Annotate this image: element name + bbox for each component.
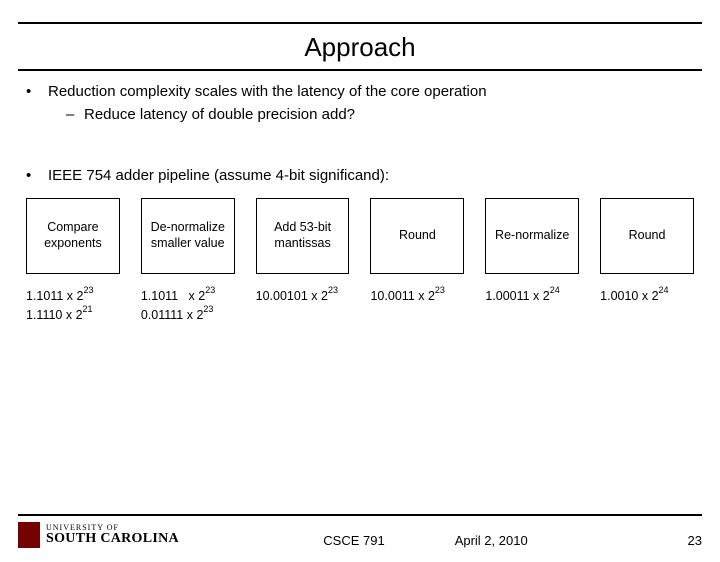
example-row: 1.1011 x 223 1.1110 x 221 1.1011 x 223 0… [26, 286, 694, 324]
example-col-2: 10.00101 x 223 [256, 286, 350, 324]
footer-row: UNIVERSITY OF SOUTH CAROLINA CSCE 791 Ap… [18, 522, 702, 548]
example-1b: 0.01111 x 223 [141, 305, 235, 324]
example-col-5: 1.0010 x 224 [600, 286, 694, 324]
footer: UNIVERSITY OF SOUTH CAROLINA CSCE 791 Ap… [18, 514, 702, 548]
footer-center: CSCE 791 April 2, 2010 [323, 533, 527, 548]
university-logo: UNIVERSITY OF SOUTH CAROLINA [18, 522, 179, 548]
example-col-4: 1.00011 x 224 [485, 286, 579, 324]
example-3: 10.0011 x 223 [370, 286, 464, 305]
example-col-1: 1.1011 x 223 0.01111 x 223 [141, 286, 235, 324]
stage-renormalize: Re-normalize [485, 198, 579, 274]
example-0a: 1.1011 x 223 [26, 286, 120, 305]
course-code: CSCE 791 [323, 533, 384, 548]
rule-bottom [18, 514, 702, 516]
example-4: 1.00011 x 224 [485, 286, 579, 305]
stage-denormalize: De-normalize smaller value [141, 198, 235, 274]
bullet-1-text: Reduction complexity scales with the lat… [48, 83, 487, 100]
logo-icon [18, 522, 40, 548]
example-5: 1.0010 x 224 [600, 286, 694, 305]
stage-round-1: Round [370, 198, 464, 274]
logo-text: UNIVERSITY OF SOUTH CAROLINA [46, 524, 179, 546]
example-col-3: 10.0011 x 223 [370, 286, 464, 324]
page-number: 23 [672, 533, 702, 548]
example-0b: 1.1110 x 221 [26, 305, 120, 324]
stage-compare-exponents: Compare exponents [26, 198, 120, 274]
logo-text-big: SOUTH CAROLINA [46, 532, 179, 546]
pipeline-row: Compare exponents De-normalize smaller v… [26, 198, 694, 274]
content-area: Reduction complexity scales with the lat… [18, 71, 702, 324]
bullet-1-sub-text: Reduce latency of double precision add? [84, 106, 355, 123]
slide: Approach Reduction complexity scales wit… [0, 22, 720, 562]
bullet-1-sub: Reduce latency of double precision add? [66, 106, 694, 123]
stage-round-2: Round [600, 198, 694, 274]
example-1a: 1.1011 x 223 [141, 286, 235, 305]
stage-add-mantissas: Add 53-bit mantissas [256, 198, 350, 274]
bullet-2: IEEE 754 adder pipeline (assume 4-bit si… [26, 167, 694, 184]
bullet-2-text: IEEE 754 adder pipeline (assume 4-bit si… [48, 167, 389, 184]
bullet-1: Reduction complexity scales with the lat… [26, 83, 694, 100]
slide-date: April 2, 2010 [455, 533, 528, 548]
example-col-0: 1.1011 x 223 1.1110 x 221 [26, 286, 120, 324]
slide-title: Approach [18, 24, 702, 69]
example-2: 10.00101 x 223 [256, 286, 350, 305]
